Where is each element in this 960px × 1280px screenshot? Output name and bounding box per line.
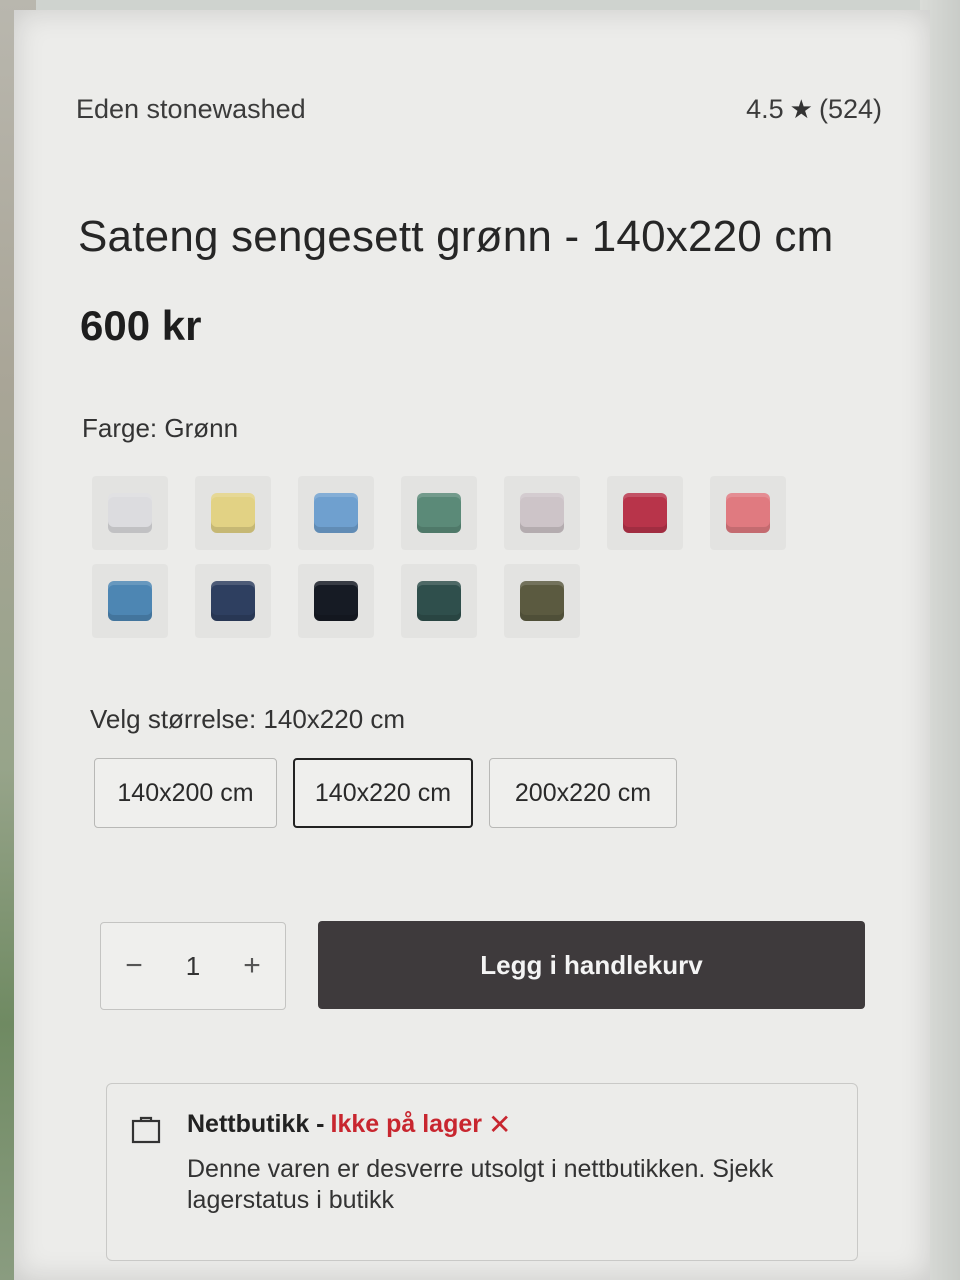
color-swatch-red[interactable] bbox=[607, 476, 683, 550]
size-option-200x220[interactable]: 200x220 cm bbox=[489, 758, 677, 828]
color-label: Farge: Grønn bbox=[82, 413, 239, 443]
stock-status: Ikke på lager bbox=[330, 1110, 482, 1138]
pillow-icon bbox=[211, 493, 255, 533]
pillow-icon bbox=[726, 493, 770, 533]
pillow-icon bbox=[417, 493, 461, 533]
increase-quantity-button[interactable]: + bbox=[237, 949, 267, 983]
size-label: Velg størrelse: 140x220 cm bbox=[90, 704, 406, 734]
pillow-icon bbox=[623, 493, 667, 533]
color-swatch-yellow[interactable] bbox=[195, 476, 271, 550]
star-icon: ★ bbox=[789, 94, 813, 124]
color-swatch-pink[interactable] bbox=[710, 476, 786, 550]
color-swatch-green[interactable] bbox=[401, 476, 477, 550]
stock-channel: Nettbutikk - bbox=[187, 1110, 325, 1138]
color-swatch-white[interactable] bbox=[92, 476, 168, 550]
pillow-icon bbox=[108, 493, 152, 533]
product-price: 600 kr bbox=[80, 302, 202, 349]
decrease-quantity-button[interactable]: − bbox=[119, 949, 149, 983]
color-swatch-blue[interactable] bbox=[92, 564, 168, 638]
quantity-value[interactable]: 1 bbox=[186, 951, 200, 982]
color-swatch-grid bbox=[92, 476, 812, 638]
pillow-icon bbox=[520, 493, 564, 533]
size-option-140x200[interactable]: 140x200 cm bbox=[94, 758, 277, 828]
quantity-stepper: − 1 + bbox=[100, 922, 286, 1010]
pillow-icon bbox=[314, 493, 358, 533]
stock-status-box: Nettbutikk - Ikke på lager ✕ Denne varen… bbox=[106, 1083, 858, 1261]
color-swatch-dark-green[interactable] bbox=[401, 564, 477, 638]
pillow-icon bbox=[108, 581, 152, 621]
pillow-icon bbox=[417, 581, 461, 621]
product-title: Sateng sengesett grønn - 140x220 cm bbox=[78, 212, 834, 261]
review-count: (524) bbox=[818, 94, 882, 124]
color-swatch-light-blue[interactable] bbox=[298, 476, 374, 550]
color-swatch-olive[interactable] bbox=[504, 564, 580, 638]
shopping-bag-icon bbox=[131, 1116, 161, 1144]
close-icon: ✕ bbox=[487, 1109, 512, 1140]
pillow-icon bbox=[314, 581, 358, 621]
color-swatch-navy[interactable] bbox=[195, 564, 271, 638]
brand-name[interactable]: Eden stonewashed bbox=[76, 94, 306, 125]
rating-value: 4.5 bbox=[746, 94, 784, 124]
stock-heading: Nettbutikk - Ikke på lager ✕ bbox=[187, 1108, 511, 1141]
color-swatch-light-grey[interactable] bbox=[504, 476, 580, 550]
color-swatch-black[interactable] bbox=[298, 564, 374, 638]
size-option-140x220[interactable]: 140x220 cm bbox=[293, 758, 473, 828]
pillow-icon bbox=[520, 581, 564, 621]
add-to-cart-button[interactable]: Legg i handlekurv bbox=[318, 921, 865, 1009]
pillow-icon bbox=[211, 581, 255, 621]
stock-message: Denne varen er desverre utsolgt i nettbu… bbox=[187, 1155, 774, 1214]
product-rating[interactable]: 4.5 ★ (524) bbox=[746, 94, 882, 125]
size-options: 140x200 cm 140x220 cm 200x220 cm bbox=[94, 758, 677, 828]
